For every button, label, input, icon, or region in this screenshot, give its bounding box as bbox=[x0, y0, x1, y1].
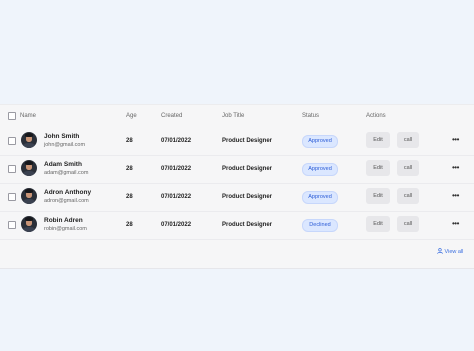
edit-button[interactable]: Edit bbox=[366, 216, 390, 232]
table-row: Adron Anthony adron@gmail.com 28 07/01/2… bbox=[0, 183, 474, 212]
edit-button[interactable]: Edit bbox=[366, 160, 390, 176]
user-name: Adron Anthony bbox=[44, 189, 92, 196]
avatar bbox=[21, 160, 37, 176]
user-name: Robin Adren bbox=[44, 217, 83, 224]
column-header-job-title: Job Title bbox=[222, 113, 245, 119]
call-button[interactable]: call bbox=[397, 216, 419, 232]
status-badge: Approved bbox=[302, 191, 338, 204]
more-options-icon[interactable]: ••• bbox=[452, 135, 459, 144]
table-row: Adam Smith adam@gmail.com 28 07/01/2022 … bbox=[0, 155, 474, 184]
table-row: Robin Adren robin@gmail.com 28 07/01/202… bbox=[0, 211, 474, 240]
avatar bbox=[21, 132, 37, 148]
user-email: robin@gmail.com bbox=[44, 226, 87, 232]
avatar bbox=[21, 188, 37, 204]
user-age: 28 bbox=[126, 138, 133, 144]
more-options-icon[interactable]: ••• bbox=[452, 219, 459, 228]
user-icon bbox=[437, 248, 443, 254]
more-options-icon[interactable]: ••• bbox=[452, 163, 459, 172]
column-header-age: Age bbox=[126, 113, 137, 119]
status-badge: Approved bbox=[302, 163, 338, 176]
job-title: Product Designer bbox=[222, 194, 273, 200]
user-email: adam@gmail.com bbox=[44, 170, 89, 176]
call-button[interactable]: call bbox=[397, 160, 419, 176]
status-badge: Approved bbox=[302, 135, 338, 148]
created-date: 07/01/2022 bbox=[161, 138, 192, 144]
table-header: Name Age Created Job Title Status Action… bbox=[0, 105, 474, 127]
more-options-icon[interactable]: ••• bbox=[452, 191, 459, 200]
call-button[interactable]: call bbox=[397, 132, 419, 148]
edit-button[interactable]: Edit bbox=[366, 188, 390, 204]
created-date: 07/01/2022 bbox=[161, 222, 192, 228]
job-title: Product Designer bbox=[222, 222, 273, 228]
column-header-actions: Actions bbox=[366, 113, 386, 119]
column-header-created: Created bbox=[161, 113, 183, 119]
user-name: Adam Smith bbox=[44, 161, 82, 168]
row-checkbox[interactable] bbox=[8, 221, 16, 229]
view-all-link[interactable]: View all bbox=[437, 248, 463, 255]
row-checkbox[interactable] bbox=[8, 165, 16, 173]
view-all-label: View all bbox=[444, 249, 464, 255]
user-name: John Smith bbox=[44, 133, 80, 140]
user-email: adron@gmail.com bbox=[44, 198, 89, 204]
status-badge: Declined bbox=[302, 219, 338, 232]
user-age: 28 bbox=[126, 222, 133, 228]
table-row: John Smith john@gmail.com 28 07/01/2022 … bbox=[0, 127, 474, 156]
call-button[interactable]: call bbox=[397, 188, 419, 204]
job-title: Product Designer bbox=[222, 138, 273, 144]
row-checkbox[interactable] bbox=[8, 193, 16, 201]
column-header-status: Status bbox=[302, 113, 320, 119]
user-email: john@gmail.com bbox=[44, 142, 86, 148]
created-date: 07/01/2022 bbox=[161, 166, 192, 172]
job-title: Product Designer bbox=[222, 166, 273, 172]
row-checkbox[interactable] bbox=[8, 137, 16, 145]
column-header-name: Name bbox=[20, 113, 37, 119]
users-table: Name Age Created Job Title Status Action… bbox=[0, 104, 474, 269]
user-age: 28 bbox=[126, 194, 133, 200]
user-age: 28 bbox=[126, 166, 133, 172]
select-all-checkbox[interactable] bbox=[8, 112, 16, 120]
edit-button[interactable]: Edit bbox=[366, 132, 390, 148]
avatar bbox=[21, 216, 37, 232]
created-date: 07/01/2022 bbox=[161, 194, 192, 200]
